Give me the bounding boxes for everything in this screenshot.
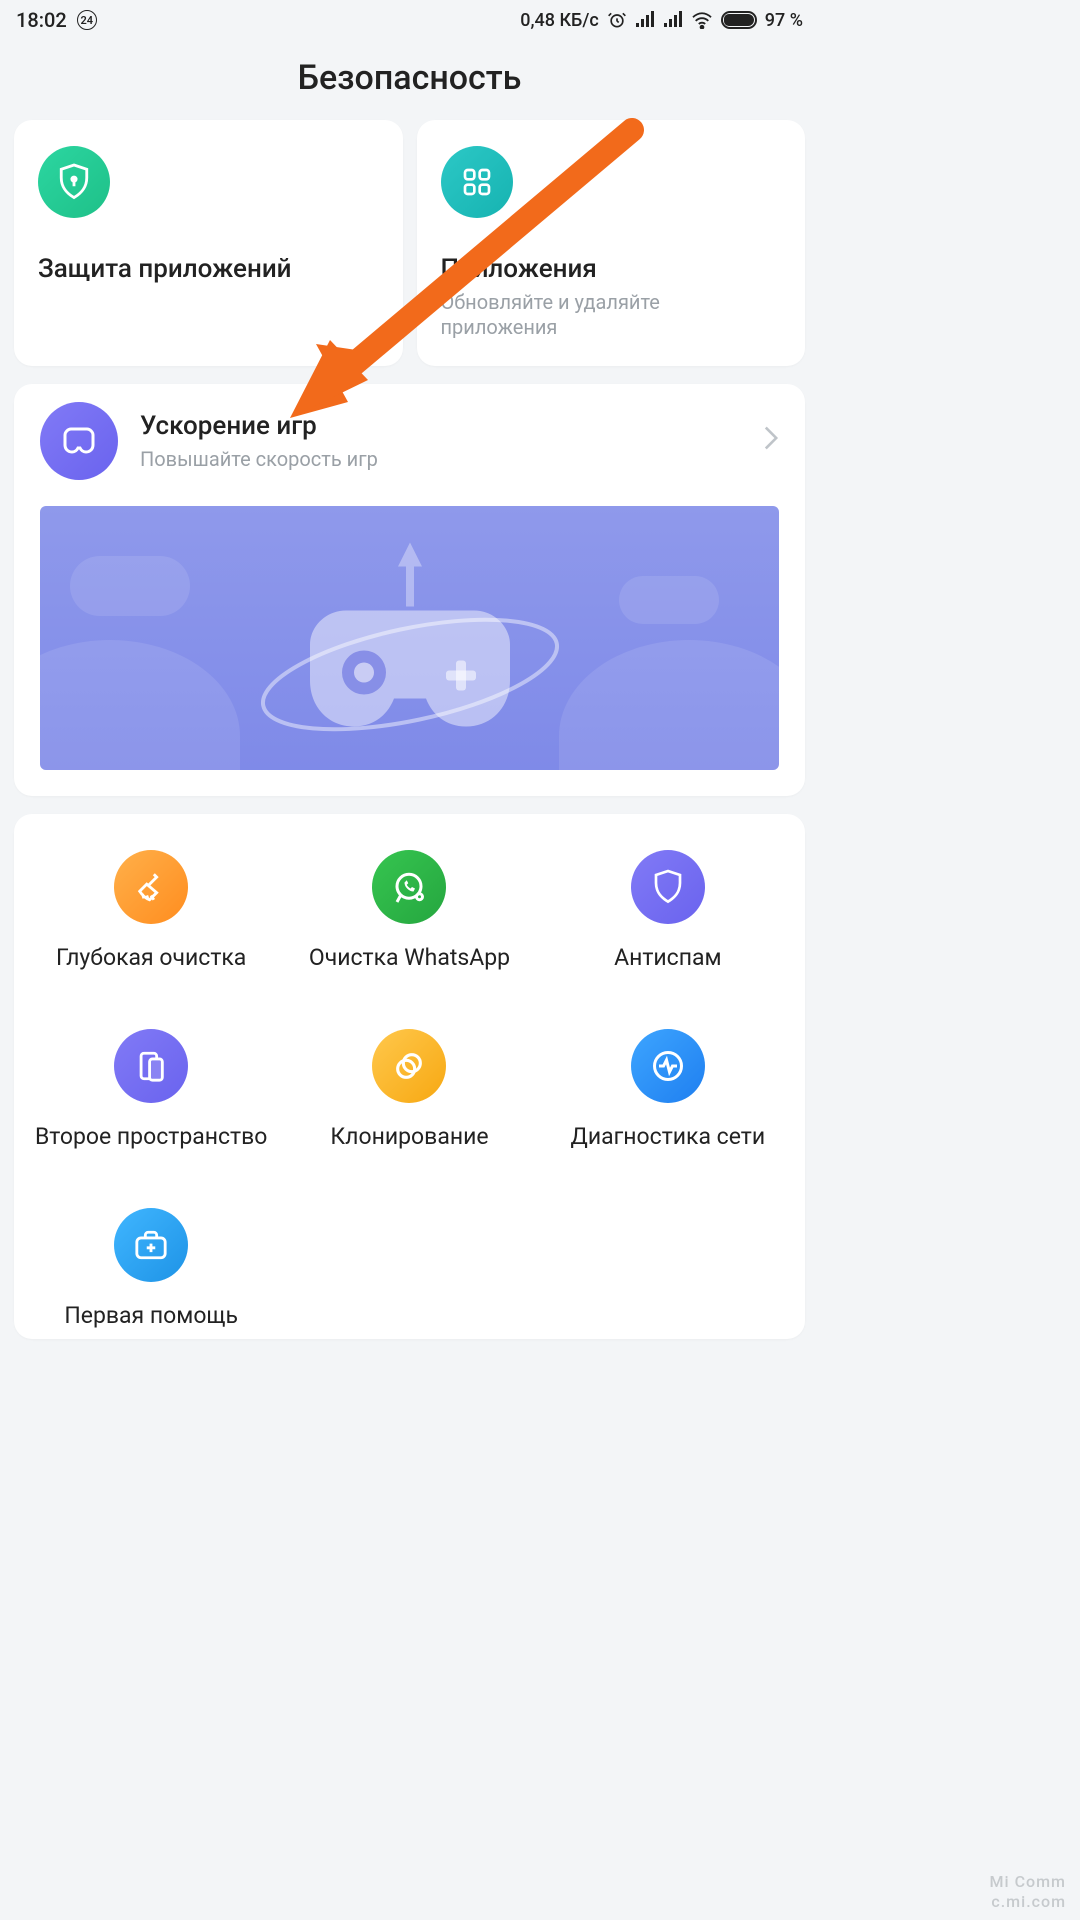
card-apps[interactable]: Приложения Обновляйте и удаляйте приложе… (417, 120, 806, 366)
clock: 18:02 (16, 8, 67, 32)
grid-label: Антиспам (614, 944, 722, 971)
watermark-line: c.mi.com (990, 1892, 1066, 1912)
shield-icon (631, 850, 705, 924)
grid-item-deep-clean[interactable]: Глубокая очистка (22, 850, 280, 971)
battery-percent: 97 % (765, 10, 803, 31)
shield-lock-icon (38, 146, 110, 218)
devices-icon (114, 1029, 188, 1103)
alarm-icon (607, 10, 627, 30)
status-bar: 18:02 24 0,48 КБ/с 97 % (0, 0, 819, 40)
card-title: Защита приложений (38, 254, 379, 284)
broom-icon (114, 850, 188, 924)
card-subtitle: Повышайте скорость игр (140, 447, 741, 472)
card-subtitle: Обновляйте и удаляйте приложения (441, 290, 782, 340)
page-title: Безопасность (0, 58, 819, 98)
game-boost-header: Ускорение игр Повышайте скорость игр (40, 402, 779, 480)
grid-item-whatsapp-clean[interactable]: Очистка WhatsApp (280, 850, 538, 971)
grid-label: Первая помощь (64, 1302, 238, 1329)
game-boost-banner (40, 506, 779, 770)
grid-item-net-diag[interactable]: Диагностика сети (539, 1029, 797, 1150)
grid-item-first-aid[interactable]: Первая помощь (22, 1208, 280, 1329)
card-title: Приложения (441, 254, 782, 284)
grid-item-clone[interactable]: Клонирование (280, 1029, 538, 1150)
status-right: 0,48 КБ/с 97 % (520, 10, 803, 31)
grid-label: Клонирование (330, 1123, 488, 1150)
battery-icon (721, 11, 757, 29)
grid-label: Глубокая очистка (56, 944, 246, 971)
first-aid-icon (114, 1208, 188, 1282)
wifi-icon (691, 11, 713, 29)
diagnostics-icon (631, 1029, 705, 1103)
gamepad-icon (40, 402, 118, 480)
chevron-right-icon (763, 425, 779, 458)
grid-label: Очистка WhatsApp (309, 944, 510, 971)
signal-2-icon (663, 11, 683, 29)
notification-count-icon: 24 (77, 10, 97, 30)
grid-label: Диагностика сети (571, 1123, 766, 1150)
grid-item-second-space[interactable]: Второе пространство (22, 1029, 280, 1150)
status-left: 18:02 24 (16, 8, 97, 32)
card-app-protection[interactable]: Защита приложений (14, 120, 403, 366)
card-game-boost[interactable]: Ускорение игр Повышайте скорость игр (14, 384, 805, 796)
content: Защита приложений Приложения Обновляйте … (0, 120, 819, 1339)
card-title: Ускорение игр (140, 411, 741, 441)
grid-label: Второе пространство (35, 1123, 267, 1150)
watermark-line: Mi Comm (990, 1872, 1066, 1892)
clone-icon (372, 1029, 446, 1103)
watermark: Mi Comm c.mi.com (990, 1872, 1066, 1912)
network-speed: 0,48 КБ/с (520, 10, 599, 31)
top-row: Защита приложений Приложения Обновляйте … (14, 120, 805, 366)
tools-grid-card: Глубокая очистка Очистка WhatsApp Антисп… (14, 814, 805, 1339)
apps-grid-icon (441, 146, 513, 218)
signal-1-icon (635, 11, 655, 29)
grid-item-antispam[interactable]: Антиспам (539, 850, 797, 971)
tools-grid: Глубокая очистка Очистка WhatsApp Антисп… (22, 850, 797, 1329)
whatsapp-icon (372, 850, 446, 924)
